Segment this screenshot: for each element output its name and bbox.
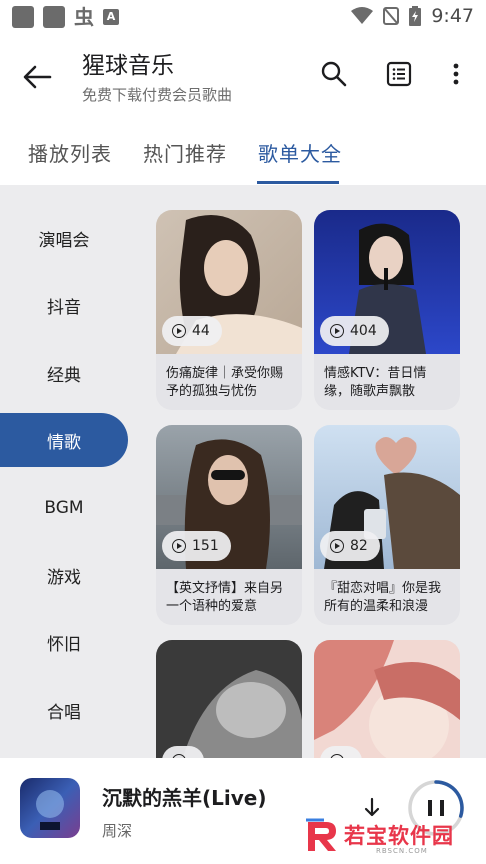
- play-circle-icon: [172, 324, 186, 338]
- app-bar: 猩球音乐 免费下载付费会员歌曲: [0, 34, 486, 120]
- watermark-logo-icon: [306, 818, 336, 851]
- square-icon: [12, 6, 34, 28]
- playlist-cover: [156, 640, 302, 758]
- play-count: 82: [350, 538, 368, 554]
- play-count-badge: 151: [162, 531, 231, 561]
- playlist-card[interactable]: 404 情感KTV：昔日情缘，随歌声飘散: [314, 210, 460, 410]
- wifi-icon: [351, 7, 374, 24]
- category-concert[interactable]: 演唱会: [0, 211, 128, 265]
- category-nostalgia[interactable]: 怀旧: [0, 615, 128, 669]
- playlist-card[interactable]: [314, 640, 460, 758]
- clock: 9:47: [431, 5, 474, 27]
- category-classic[interactable]: 经典: [0, 346, 128, 400]
- playlist-card[interactable]: 151 【英文抒情】来自另一个语种的爱意: [156, 425, 302, 625]
- playlist-title: 伤痛旋律｜承受你赐予的孤独与忧伤: [166, 366, 284, 399]
- category-game[interactable]: 游戏: [0, 548, 128, 602]
- now-playing-bar[interactable]: 沉默的羔羊(Live) 周深 若宝软件园 RBSCN.COM: [0, 758, 486, 864]
- watermark: 若宝软件园 RBSCN.COM: [304, 818, 474, 858]
- artist-name: 周深: [102, 822, 133, 840]
- album-art: [20, 778, 80, 838]
- category-douyin[interactable]: 抖音: [0, 278, 128, 332]
- bug-icon: 虫: [74, 5, 94, 29]
- tab-hot-recommend[interactable]: 热门推荐: [143, 138, 227, 167]
- playlist-title: 情感KTV：昔日情缘，随歌声飘散: [324, 366, 427, 399]
- playlist-card[interactable]: 82 『甜恋对唱』你是我所有的温柔和浪漫: [314, 425, 460, 625]
- content-area: 演唱会 抖音 经典 情歌 BGM 游戏 怀旧 合唱 44 伤痛旋律｜承受你赐予的…: [0, 185, 486, 758]
- back-arrow-icon[interactable]: [20, 60, 54, 94]
- play-count: 151: [192, 538, 219, 554]
- status-bar: 虫 A 9:47: [0, 0, 486, 34]
- watermark-url: RBSCN.COM: [376, 847, 428, 855]
- pause-icon: [428, 800, 432, 816]
- no-signal-icon: [383, 7, 400, 25]
- playlist-button[interactable]: [383, 58, 415, 90]
- square-icon: [43, 6, 65, 28]
- tab-all-playlists[interactable]: 歌单大全: [258, 138, 342, 167]
- play-count: 404: [350, 323, 377, 339]
- category-bgm[interactable]: BGM: [0, 481, 128, 535]
- play-circle-icon: [330, 324, 344, 338]
- app-subtitle: 免费下载付费会员歌曲: [82, 86, 233, 104]
- more-button[interactable]: [440, 58, 472, 90]
- app-title: 猩球音乐: [82, 53, 174, 79]
- search-icon: [321, 61, 347, 87]
- a-icon: A: [103, 9, 119, 25]
- play-count-badge: 82: [320, 531, 380, 561]
- playlist-cover: [314, 640, 460, 758]
- play-count-badge: 44: [162, 316, 222, 346]
- watermark-text: 若宝软件园: [344, 824, 454, 848]
- list-icon: [386, 61, 412, 87]
- play-count-badge: [162, 746, 204, 758]
- more-vert-icon: [453, 63, 459, 85]
- play-circle-icon: [172, 539, 186, 553]
- category-duet[interactable]: 合唱: [0, 683, 128, 737]
- search-button[interactable]: [318, 58, 350, 90]
- progress-ring: [434, 780, 464, 818]
- category-love-songs[interactable]: 情歌: [0, 413, 128, 467]
- tab-playlist[interactable]: 播放列表: [28, 138, 112, 167]
- playlist-title: 【英文抒情】来自另一个语种的爱意: [166, 581, 284, 614]
- song-title: 沉默的羔羊(Live): [102, 786, 267, 810]
- play-circle-icon: [330, 539, 344, 553]
- play-count-badge: 404: [320, 316, 389, 346]
- play-count-badge: [320, 746, 362, 758]
- download-icon[interactable]: [360, 796, 384, 820]
- playlist-card[interactable]: 44 伤痛旋律｜承受你赐予的孤独与忧伤: [156, 210, 302, 410]
- playlist-title: 『甜恋对唱』你是我所有的温柔和浪漫: [324, 581, 442, 614]
- playlist-card[interactable]: [156, 640, 302, 758]
- play-count: 44: [192, 323, 210, 339]
- battery-charging-icon: [409, 6, 422, 26]
- tab-bar: 播放列表 热门推荐 歌单大全: [0, 124, 486, 184]
- tab-indicator: [257, 181, 339, 184]
